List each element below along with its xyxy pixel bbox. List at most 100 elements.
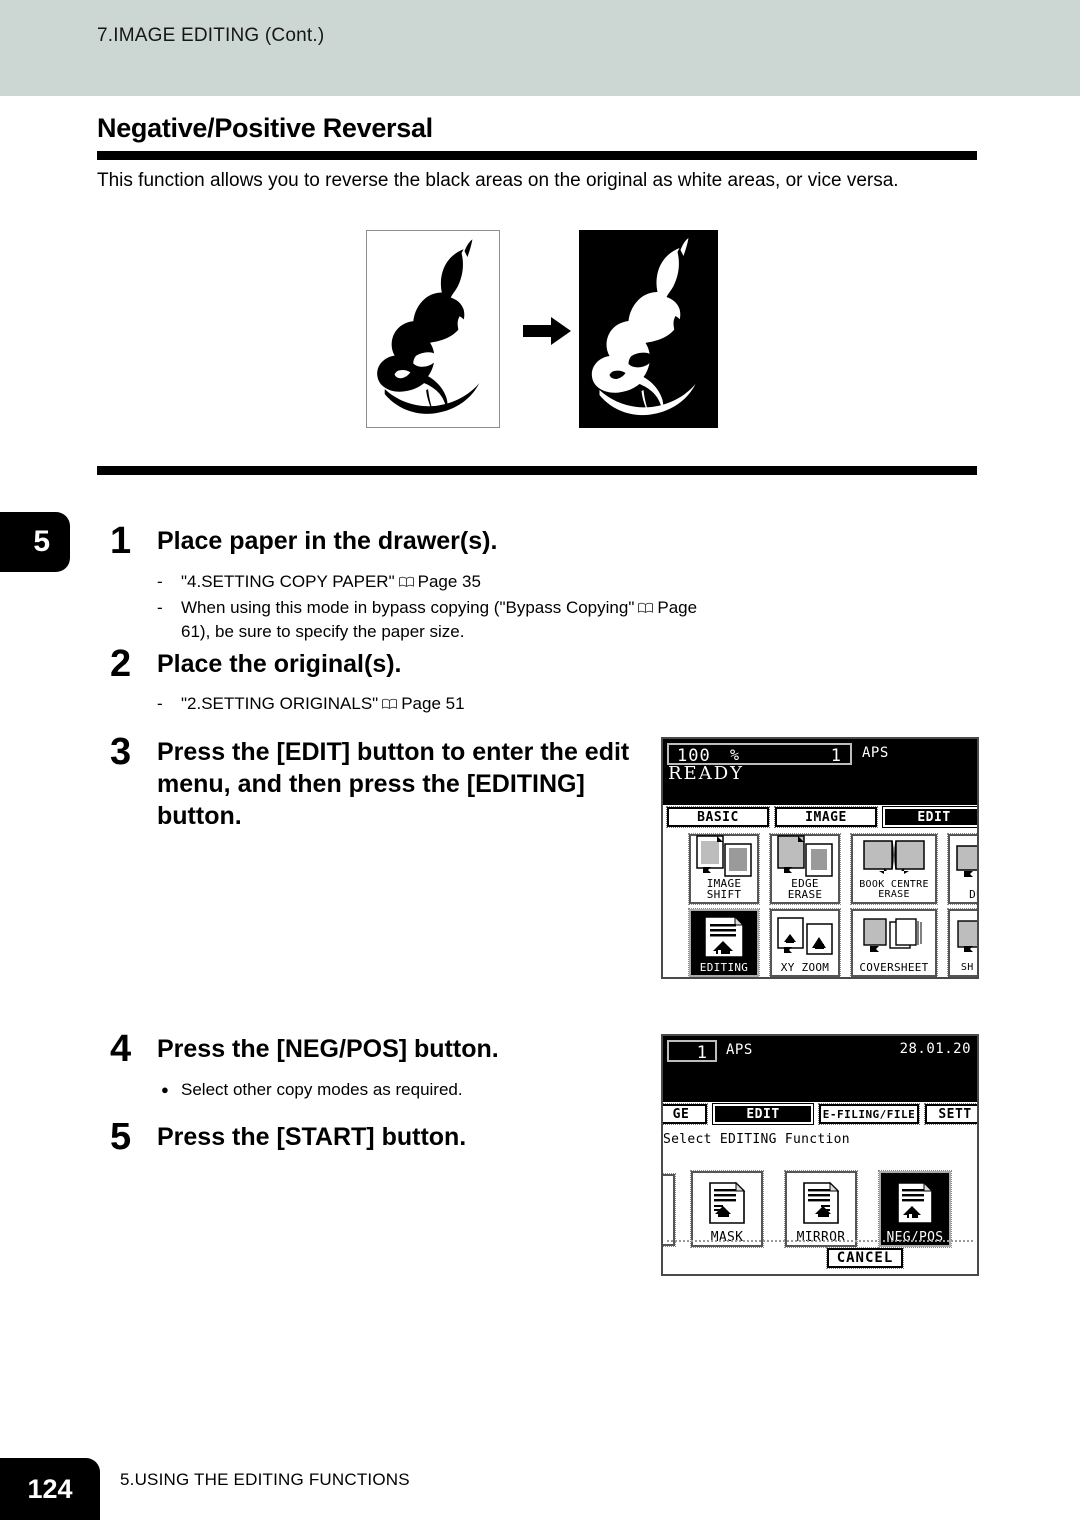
step-number: 1: [110, 520, 132, 562]
button-mirror[interactable]: MIRROR: [784, 1170, 858, 1248]
cancel-button[interactable]: CANCEL: [826, 1247, 904, 1269]
note-marker: ●: [161, 1082, 169, 1097]
copies-count: 1: [830, 746, 841, 766]
result-image-frame: [579, 230, 718, 428]
button-coversheet[interactable]: COVERSHEET: [850, 908, 938, 977]
tab-label: IMAGE: [805, 809, 847, 825]
book-icon: [637, 602, 654, 614]
paper-mode-label: APS: [862, 745, 889, 761]
button-label: SH INSE: [960, 962, 977, 973]
tab-image[interactable]: IMAGE: [774, 806, 878, 828]
lcd-tab-row: GE EDIT E-FILING/FILE SETT: [663, 1103, 977, 1126]
edge-erase-icon: [772, 834, 838, 878]
copies-box: 1: [667, 1040, 717, 1063]
tab-e-filing-file[interactable]: E-FILING/FILE: [818, 1103, 920, 1125]
button-label: COVERSHEET: [859, 961, 929, 974]
tab-label: SETT: [938, 1106, 972, 1122]
mirror-icon: [787, 1173, 855, 1232]
original-whale-positive-icon: [377, 239, 480, 414]
note-pre-text: "2.SETTING ORIGINALS": [181, 694, 379, 713]
button-label: IMAGE SHIFT: [706, 877, 742, 901]
running-header-text: 7.IMAGE EDITING (Cont.): [97, 25, 325, 46]
button-image-shift[interactable]: IMAGE SHIFT: [688, 833, 760, 905]
step-notes: - "4.SETTING COPY PAPER" Page 35 - When u…: [157, 570, 717, 646]
copies-count: 1: [696, 1043, 707, 1063]
note-marker: -: [157, 598, 163, 617]
neg-pos-icon: [881, 1173, 949, 1232]
button-xy-zoom[interactable]: XY ZOOM: [769, 908, 841, 977]
note-item: ● Select other copy modes as required.: [157, 1078, 717, 1102]
xy-zoom-icon: [772, 911, 838, 962]
button-book-centre-erase[interactable]: BOOK CENTRE ERASE: [850, 833, 938, 905]
partial-icon: [663, 1176, 673, 1242]
original-image-frame: [366, 230, 500, 428]
note-pre-text: Select other copy modes as required.: [181, 1080, 463, 1099]
status-text: READY: [668, 763, 745, 784]
note-item: - "2.SETTING ORIGINALS" Page 51: [157, 692, 717, 716]
button-edge-erase[interactable]: EDGE ERASE: [769, 833, 841, 905]
note-post-text: Page 51: [401, 694, 465, 713]
lcd-editing-function-screenshot: 1 APS 28.01.20 GE EDIT E-FILING/FILE SET…: [661, 1034, 979, 1276]
button-label: BOOK CENTRE ERASE: [859, 879, 929, 900]
zoom-copies-box: 100 % 1: [667, 743, 852, 766]
button-editing[interactable]: EDITING: [688, 908, 760, 977]
step-notes: - "2.SETTING ORIGINALS" Page 51: [157, 692, 717, 718]
button-neg-pos[interactable]: NEG/POS: [878, 1170, 952, 1248]
tab-label: EDIT: [917, 809, 951, 825]
step-number: 4: [110, 1028, 132, 1070]
tab-label: GE: [672, 1106, 690, 1122]
book-icon: [398, 576, 415, 588]
chapter-tab: 5: [0, 512, 70, 572]
note-marker: -: [157, 694, 163, 713]
lcd-status-bar: 1 APS 28.01.20: [663, 1036, 977, 1102]
tab-label: BASIC: [697, 809, 739, 825]
percent-symbol: %: [730, 746, 740, 764]
tab-settings-partial[interactable]: SETT: [924, 1103, 977, 1125]
note-pre-text: When using this mode in bypass copying (…: [181, 598, 635, 617]
tab-basic[interactable]: BASIC: [666, 806, 770, 828]
step-number: 5: [110, 1116, 132, 1158]
button-label: XY ZOOM: [780, 961, 830, 974]
tab-edit[interactable]: EDIT: [712, 1103, 814, 1125]
page-number-tab: 124: [0, 1458, 100, 1520]
lcd-divider: [667, 1240, 973, 1242]
button-label: DUAL: [969, 888, 977, 901]
book-icon: [381, 698, 398, 710]
button-sheet-insertion[interactable]: SH INSE: [947, 908, 977, 977]
step-heading: Press the [EDIT] button to enter the edi…: [157, 738, 630, 830]
step-notes: ● Select other copy modes as required.: [157, 1078, 717, 1104]
tab-edit[interactable]: EDIT: [882, 806, 977, 828]
section-intro-text: This function allows you to reverse the …: [97, 170, 899, 191]
note-pre-text: "4.SETTING COPY PAPER": [181, 572, 395, 591]
running-header-band: [0, 0, 1080, 96]
note-marker: -: [157, 572, 163, 591]
lcd-prompt-text: Select EDITING Function: [663, 1132, 850, 1147]
step-heading: Press the [START] button.: [157, 1123, 467, 1151]
right-arrow-icon: [523, 315, 571, 347]
step-number: 3: [110, 731, 132, 773]
tab-image-partial[interactable]: GE: [663, 1103, 708, 1125]
note-post-text: Page 35: [417, 572, 481, 591]
chapter-tab-number: 5: [33, 525, 50, 558]
step-heading: Place paper in the drawer(s).: [157, 527, 498, 555]
mask-icon: [693, 1173, 761, 1232]
date-display: 28.01.20: [899, 1041, 971, 1057]
button-mask[interactable]: MASK: [690, 1170, 764, 1248]
lcd-tab-row: BASIC IMAGE EDIT: [663, 806, 977, 829]
footer-chapter-title: 5.USING THE EDITING FUNCTIONS: [120, 1470, 410, 1489]
button-partial-left[interactable]: [663, 1173, 676, 1247]
button-label: EDGE ERASE: [787, 877, 823, 901]
title-rule: [97, 151, 977, 160]
lcd-edit-menu-screenshot: 100 % 1 APS READY BASIC IMAGE EDIT IMAGE…: [661, 737, 979, 979]
image-shift-icon: [691, 834, 757, 878]
editing-icon: [691, 911, 757, 962]
cancel-button-label: CANCEL: [836, 1250, 894, 1266]
button-label: EDITING: [699, 961, 749, 974]
result-whale-negative-icon: [591, 238, 696, 416]
book-centre-erase-icon: [853, 836, 935, 880]
tab-label: EDIT: [746, 1106, 780, 1122]
dual-page-icon: [950, 836, 977, 889]
sheet-insertion-icon: [950, 911, 977, 963]
button-dual-page[interactable]: DUAL: [947, 833, 977, 905]
coversheet-icon: [853, 911, 935, 962]
